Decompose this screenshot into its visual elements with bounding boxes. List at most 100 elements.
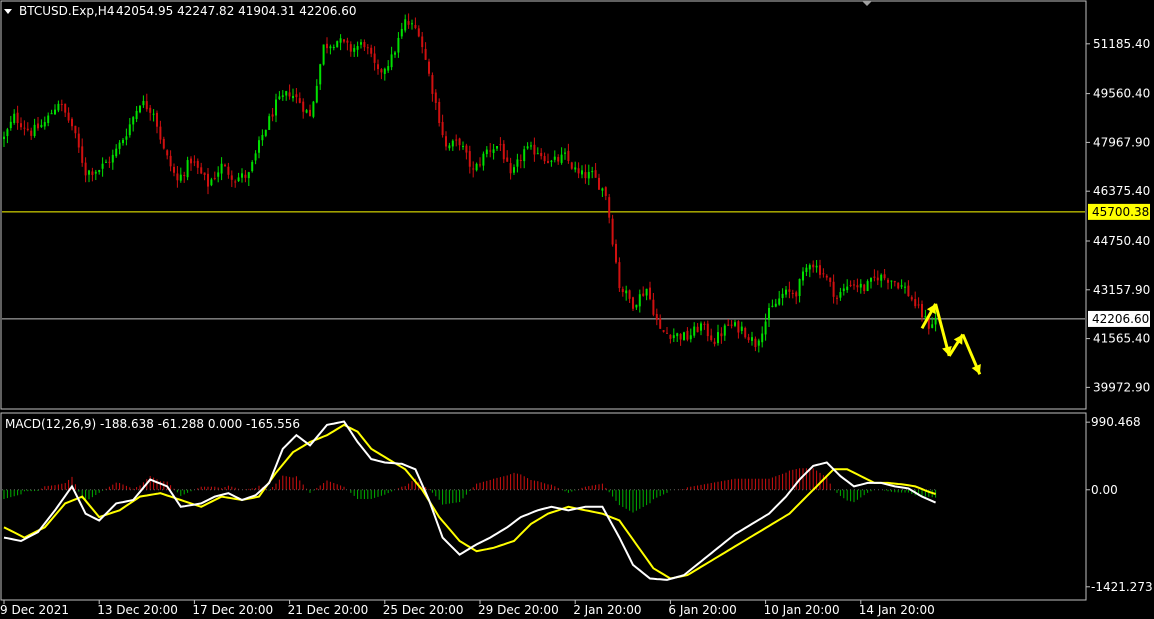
candle-body	[9, 121, 12, 129]
candle-body	[700, 323, 702, 331]
candle-body	[904, 286, 906, 288]
candle-body	[798, 279, 801, 296]
candle-body	[305, 110, 308, 113]
candle-body	[128, 124, 131, 136]
candle-body	[781, 293, 784, 299]
candle-body	[251, 161, 254, 172]
candle-body	[526, 146, 529, 149]
candle-body	[553, 156, 556, 160]
candle-body	[768, 307, 770, 320]
resistance-price-label: 45700.38	[1092, 205, 1149, 219]
candle-body	[81, 146, 84, 163]
macd-line	[3, 420, 937, 581]
candle-body	[115, 148, 118, 157]
candle-body	[812, 264, 815, 268]
price-tick-label: 49560.40	[1093, 87, 1150, 101]
candle-body	[186, 160, 189, 178]
candle-body	[217, 172, 220, 177]
candle-body	[101, 163, 104, 169]
candle-body	[897, 282, 900, 289]
macd-tick-label: 990.468	[1091, 415, 1141, 429]
time-tick-label: 2 Jan 20:00	[573, 603, 641, 617]
candle-body	[502, 143, 505, 160]
candle-body	[662, 330, 665, 332]
axes: 51185.40 49560.40 47967.90 46375.40 44750.40…	[0, 37, 1153, 617]
candle-body	[839, 292, 842, 298]
candle-body	[434, 92, 437, 103]
candle-body	[880, 274, 883, 281]
candle-body	[360, 42, 362, 45]
candle-body	[285, 91, 288, 96]
candle-body	[230, 175, 233, 180]
candle-body	[343, 39, 345, 42]
candle-body	[676, 333, 679, 337]
candle-body	[271, 114, 274, 117]
candle-body	[47, 115, 50, 123]
candle-body	[407, 21, 410, 25]
candle-body	[887, 279, 889, 283]
candle-body	[108, 161, 111, 163]
macd-label: MACD(12,26,9) -188.638 -61.288 0.000 -16…	[5, 417, 300, 431]
candle-body	[295, 94, 298, 98]
candle-body	[88, 170, 90, 175]
candle-body	[6, 129, 9, 137]
candle-body	[638, 294, 641, 307]
candle-body	[567, 150, 570, 161]
candle-body	[13, 113, 16, 123]
time-tick-label: 29 Dec 20:00	[478, 603, 559, 617]
candle-body	[924, 316, 927, 318]
candle-body	[292, 96, 294, 99]
candle-body	[94, 171, 97, 174]
candle-body	[628, 290, 631, 299]
candle-body	[166, 150, 169, 156]
candle-body	[900, 285, 903, 287]
forecast-arrows	[920, 303, 982, 375]
shift-marker-icon[interactable]	[862, 1, 872, 6]
candle-body	[564, 152, 566, 154]
candle-body	[118, 142, 121, 149]
candle-body	[706, 323, 709, 337]
candle-body	[530, 145, 532, 147]
candle-body	[400, 28, 403, 37]
candle-body	[84, 162, 87, 176]
candle-body	[394, 52, 396, 55]
candle-body	[730, 324, 733, 326]
candle-body	[30, 130, 33, 136]
candle-body	[309, 109, 311, 116]
candle-body	[397, 37, 400, 53]
candle-body	[764, 321, 767, 335]
chart-canvas: 51185.40 49560.40 47967.90 46375.40 44750.40…	[0, 0, 1153, 617]
candle-body	[547, 161, 549, 163]
candle-body	[26, 128, 29, 131]
candle-body	[203, 172, 206, 176]
candle-body	[302, 101, 305, 112]
candle-body	[492, 149, 495, 153]
candle-body	[387, 66, 390, 71]
candle-body	[584, 172, 587, 179]
candle-body	[574, 167, 577, 170]
candle-body	[679, 334, 682, 340]
candle-body	[237, 177, 240, 182]
candle-body	[33, 124, 36, 137]
candle-body	[50, 113, 53, 115]
candle-body	[666, 332, 668, 334]
candle-body	[883, 274, 886, 279]
collapse-triangle-icon[interactable]	[4, 9, 12, 14]
candle-body	[581, 170, 583, 175]
candle-body	[383, 68, 386, 74]
candle-body	[278, 96, 281, 99]
price-tick-label: 46375.40	[1093, 184, 1150, 198]
candle-body	[649, 287, 651, 300]
candle-body	[377, 64, 379, 70]
price-tick-label: 39972.90	[1093, 380, 1150, 394]
candle-body	[822, 273, 825, 275]
candle-body	[778, 298, 781, 305]
candle-body	[686, 330, 689, 340]
candle-body	[587, 171, 590, 179]
candle-body	[536, 153, 539, 155]
price-panel-frame	[0, 0, 1087, 410]
candle-body	[863, 284, 866, 292]
candle-body	[791, 292, 794, 294]
candle-body	[169, 155, 172, 167]
candle-body	[893, 280, 896, 283]
